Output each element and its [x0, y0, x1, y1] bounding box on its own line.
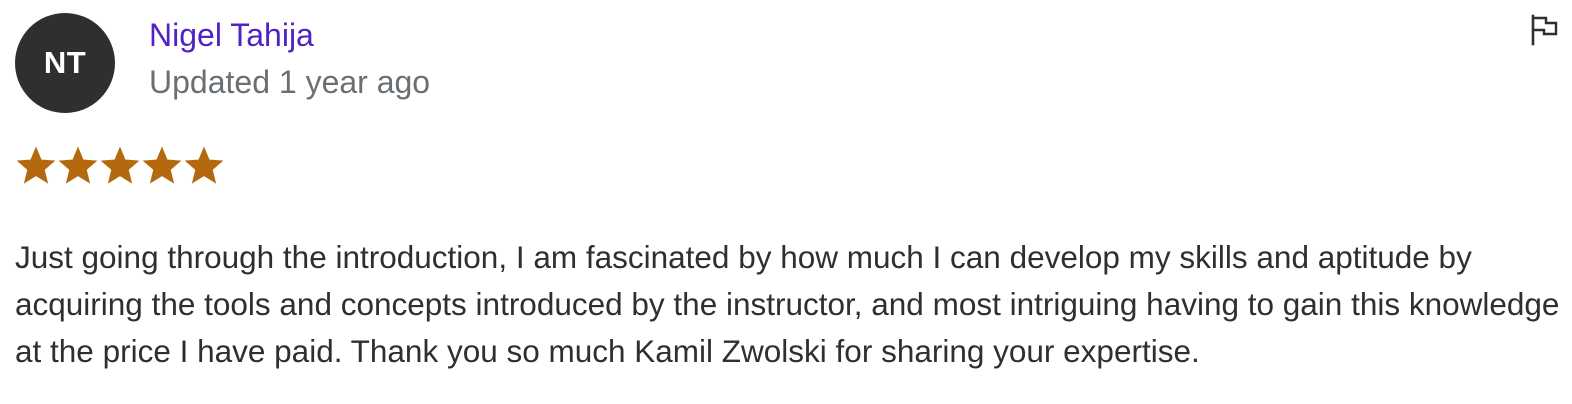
star-icon [184, 146, 224, 184]
star-icon [142, 146, 182, 184]
flag-icon [1531, 14, 1558, 46]
star-icon [16, 146, 56, 184]
report-review-button[interactable] [1524, 10, 1564, 50]
reviewer-name[interactable]: Nigel Tahija [149, 15, 314, 55]
star-icon [100, 146, 140, 184]
review-updated-time: Updated 1 year ago [149, 64, 431, 100]
star-rating [16, 146, 224, 186]
avatar: NT [15, 13, 115, 113]
review-body: Just going through the introduction, I a… [15, 239, 1560, 369]
star-icon [58, 146, 98, 184]
avatar-initials: NT [43, 45, 87, 80]
review-card: NT Nigel Tahija Updated 1 year ago Just … [0, 0, 1572, 404]
